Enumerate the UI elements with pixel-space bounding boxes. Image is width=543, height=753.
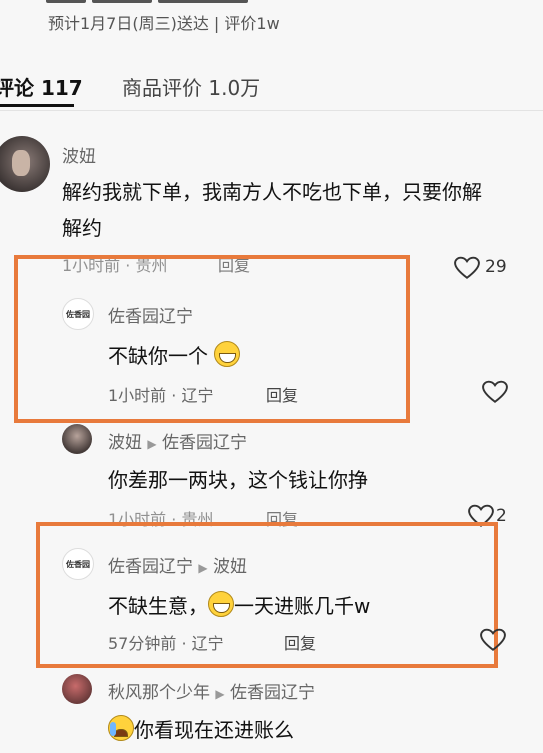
active-tab-indicator: [0, 104, 74, 107]
comment-text-line2: 解约: [62, 216, 102, 240]
reply1-text: 不缺你一个: [108, 344, 208, 368]
reply3-like-heart-icon[interactable]: [480, 628, 506, 652]
like-count: 29: [485, 257, 507, 277]
comment-username[interactable]: 波妞: [62, 142, 96, 167]
reply1-meta: 1小时前 · 辽宁: [108, 386, 214, 405]
reply1-username[interactable]: 佐香园辽宁: [108, 302, 193, 327]
reply4-text-row: 你看现在还进账么: [108, 714, 294, 743]
reply-arrow-icon: ▶: [198, 561, 208, 575]
reply1-like-heart-icon[interactable]: [482, 380, 508, 404]
reply2-text: 你差那一两块，这个钱让你挣: [108, 468, 368, 492]
grin-emoji-icon: [214, 341, 241, 367]
like-heart-icon[interactable]: [454, 256, 480, 280]
reply4-reply-to[interactable]: 佐香园辽宁: [230, 683, 315, 703]
reply3-text-before: 不缺生意，: [108, 594, 208, 618]
reply4-username[interactable]: 秋风那个少年: [108, 683, 210, 703]
reply2-reply-to[interactable]: 佐香园辽宁: [162, 433, 247, 453]
top-cutoff-text: [46, 0, 306, 3]
comment-text-line1: 解约我就下单，我南方人不吃也下单，只要你解: [62, 180, 482, 204]
reply3-text-after: 一天进账几千w: [234, 594, 371, 618]
reply2-user-row: 波妞 ▶ 佐香园辽宁: [108, 428, 247, 453]
reply3-username[interactable]: 佐香园辽宁: [108, 557, 193, 577]
reply1-text-row: 不缺你一个: [108, 340, 241, 369]
reply-arrow-icon: ▶: [147, 437, 157, 451]
reply3-user-row: 佐香园辽宁 ▶ 波妞: [108, 552, 247, 577]
avatar-bonu[interactable]: [0, 136, 50, 192]
avatar-bonu-small[interactable]: [62, 424, 92, 454]
reply3-meta: 57分钟前 · 辽宁: [108, 634, 224, 653]
delivery-info: 预计1月7日(周三)送达 | 评价1w: [48, 14, 280, 33]
avatar-zuoxiangyuan[interactable]: 佐香园: [62, 298, 94, 330]
avatar-zuoxiangyuan-2[interactable]: 佐香园: [62, 548, 94, 580]
reply-arrow-icon: ▶: [215, 687, 225, 701]
tabs-divider: [0, 110, 543, 111]
tab-comments[interactable]: 评论 117: [0, 72, 83, 101]
grin-emoji-icon: [208, 591, 234, 617]
crying-laughing-emoji-icon: [108, 715, 134, 741]
reply3-reply-button[interactable]: 回复: [284, 630, 316, 654]
reply3-text-row: 不缺生意， 一天进账几千w: [108, 590, 370, 619]
avatar-qiufeng[interactable]: [62, 674, 92, 704]
reply3-reply-to[interactable]: 波妞: [213, 557, 247, 577]
reply4-user-row: 秋风那个少年 ▶ 佐香园辽宁: [108, 678, 315, 703]
reply2-username[interactable]: 波妞: [108, 433, 142, 453]
reply1-reply-button[interactable]: 回复: [266, 382, 298, 406]
reply4-text: 你看现在还进账么: [134, 718, 294, 742]
tab-product-reviews[interactable]: 商品评价 1.0万: [122, 72, 260, 101]
